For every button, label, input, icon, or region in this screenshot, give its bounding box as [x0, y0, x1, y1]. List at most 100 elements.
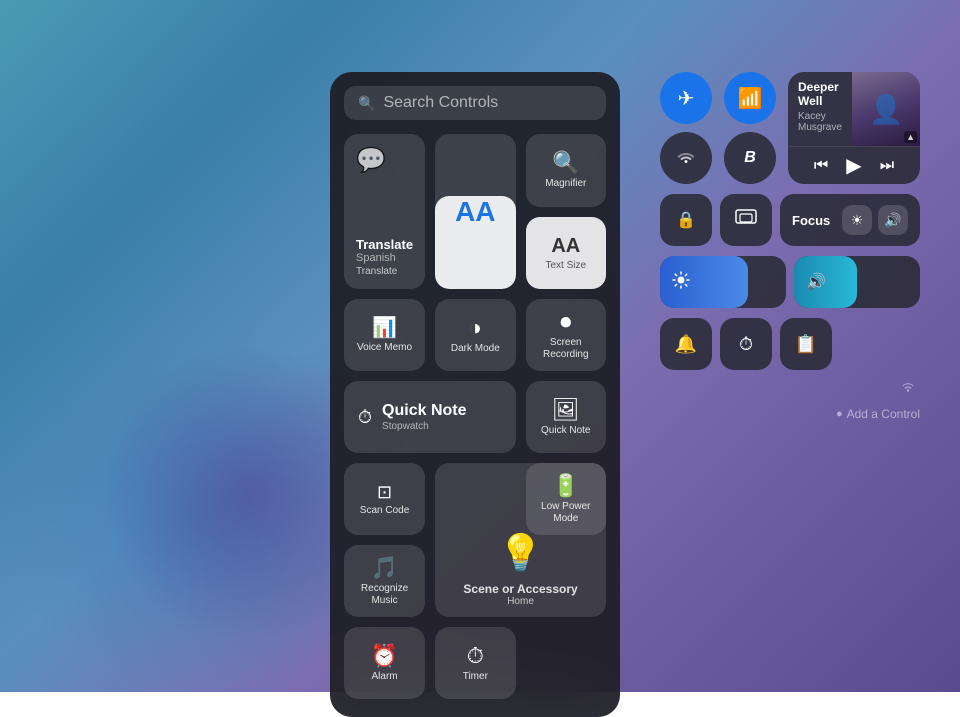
- album-art: 👤 ▲: [852, 72, 920, 146]
- next-button[interactable]: ⏭: [880, 157, 894, 175]
- magnifier-button[interactable]: 🔍 Magnifier: [526, 134, 606, 207]
- wifi-signal-icon: [900, 380, 916, 395]
- transport-controls: ⏮ ▶ ⏭: [788, 146, 920, 184]
- home-scene-button[interactable]: 💡 Scene or Accessory Home: [435, 463, 606, 617]
- media-card-inner: Deeper Well Kacey Musgrave 👤 ▲: [788, 72, 920, 146]
- quick-note-label: Quick Note: [541, 425, 590, 437]
- timer-button[interactable]: ⏱ Timer: [435, 627, 515, 699]
- timer-label: Timer: [463, 671, 488, 683]
- search-bar[interactable]: 🔍 Search Controls: [344, 86, 606, 120]
- airplane-mode-button[interactable]: ✈: [660, 72, 712, 124]
- right-panel: ✈ 📶 B Deeper W: [660, 72, 920, 421]
- dark-mode-label: Dark Mode: [451, 343, 500, 355]
- search-icon: 🔍: [358, 95, 375, 112]
- screen-recording-button[interactable]: ⏺ ScreenRecording: [526, 299, 606, 371]
- notes-button[interactable]: 📋: [780, 318, 832, 370]
- stopwatch-title: Quick Note: [382, 402, 466, 420]
- add-control-label[interactable]: Add a Control: [847, 407, 920, 421]
- translate-title: Translate: [356, 237, 413, 252]
- voice-memo-button[interactable]: 📊 Voice Memo: [344, 299, 425, 371]
- translate-icon: 💬: [356, 146, 386, 175]
- text-size-button[interactable]: AA Text Size: [526, 217, 606, 290]
- stopwatch-button[interactable]: ⏱ Quick Note Stopwatch: [344, 381, 516, 453]
- focus-button[interactable]: Focus ☀ 🔊: [780, 194, 920, 246]
- song-title: Deeper Well: [798, 80, 842, 109]
- magnifier-label: Magnifier: [545, 178, 586, 190]
- alarm-button[interactable]: ⏰ Alarm: [344, 627, 425, 699]
- airplay-icon: ▲: [904, 131, 917, 143]
- bluetooth-button[interactable]: B: [724, 132, 776, 184]
- scan-code-icon: ⊡: [377, 483, 392, 501]
- voice-memo-label: Voice Memo: [357, 342, 412, 354]
- home-scene-title: Scene or Accessory: [463, 582, 577, 596]
- lock-rotation-icon: 🔒: [676, 210, 696, 230]
- stopwatch-sublabel: Stopwatch: [382, 421, 466, 432]
- search-input-label: Search Controls: [383, 94, 498, 112]
- wifi-indicator-row: [660, 380, 920, 395]
- screen-mirror-button[interactable]: [720, 194, 772, 246]
- text-size-label: Text Size: [545, 260, 586, 272]
- album-person-icon: 👤: [869, 93, 904, 126]
- magnifier-icon: 🔍: [552, 152, 579, 174]
- screen-recording-label: ScreenRecording: [543, 337, 589, 361]
- mid-row-1: 🔒 Focus ☀ 🔊: [660, 194, 920, 246]
- focus-label: Focus: [792, 213, 842, 228]
- prev-button[interactable]: ⏮: [814, 157, 828, 175]
- volume-icon: 🔊: [794, 272, 826, 292]
- translate-button[interactable]: 💬 Translate Spanish Translate: [344, 134, 425, 289]
- bell-icon: 🔔: [675, 334, 697, 355]
- quick-note-icon: 🖼: [552, 399, 580, 421]
- notes-icon: 📋: [795, 334, 817, 355]
- wifi-button[interactable]: [660, 132, 712, 184]
- bottom-row: 🔔 ⏱ 📋: [660, 318, 920, 370]
- connectivity-grid: ✈ 📶 B: [660, 72, 780, 184]
- alarm-icon: ⏰: [371, 645, 398, 667]
- lock-rotation-button[interactable]: 🔒: [660, 194, 712, 246]
- add-control-circle-icon: ●: [836, 408, 843, 420]
- add-control-row: ● Add a Control: [660, 407, 920, 421]
- bluetooth-icon: B: [744, 149, 756, 167]
- screen-recording-icon: ⏺: [560, 311, 571, 333]
- dark-mode-icon: ◑: [469, 317, 482, 339]
- focus-sun-toggle[interactable]: ☀: [842, 205, 872, 235]
- play-button[interactable]: ▶: [846, 153, 861, 178]
- wifi-icon: [676, 148, 696, 169]
- media-card: Deeper Well Kacey Musgrave 👤 ▲ ⏮ ▶ ⏭: [788, 72, 920, 184]
- scan-code-button[interactable]: ⊡ Scan Code: [344, 463, 425, 535]
- scan-code-label: Scan Code: [360, 505, 409, 517]
- timer-icon-right: ⏱: [739, 334, 753, 355]
- controls-grid: 💬 Translate Spanish Translate ⏰ Alarm ⏱ …: [344, 134, 606, 699]
- translate-sub: Spanish: [356, 252, 413, 264]
- media-info: Deeper Well Kacey Musgrave: [788, 72, 852, 146]
- recognize-music-label: RecognizeMusic: [361, 583, 408, 607]
- song-artist: Kacey Musgrave: [798, 111, 842, 133]
- dark-mode-button[interactable]: ◑ Dark Mode: [435, 299, 515, 371]
- cellular-button[interactable]: 📶: [724, 72, 776, 124]
- focus-toggles: ☀ 🔊: [842, 205, 908, 235]
- alarm-label: Alarm: [371, 671, 397, 683]
- cellular-icon: 📶: [738, 86, 763, 111]
- sliders-row: 🔊: [660, 256, 920, 308]
- top-row: ✈ 📶 B Deeper W: [660, 72, 920, 184]
- home-bulb-icon: 💡: [498, 532, 543, 574]
- timer-button-right[interactable]: ⏱: [720, 318, 772, 370]
- volume-slider-right[interactable]: 🔊: [794, 256, 920, 308]
- recognize-music-button[interactable]: 🎵 RecognizeMusic: [344, 545, 425, 617]
- bell-button[interactable]: 🔔: [660, 318, 712, 370]
- recognize-music-icon: 🎵: [371, 557, 398, 579]
- focus-sound-toggle[interactable]: 🔊: [878, 205, 908, 235]
- home-label: Home: [507, 596, 534, 607]
- brightness-icon: [660, 271, 690, 294]
- brightness-slider[interactable]: AA: [435, 134, 515, 289]
- stopwatch-icon: ⏱: [358, 407, 372, 428]
- text-size-icon: AA: [551, 236, 580, 256]
- control-center-panel: 🔍 Search Controls 💬 Translate Spanish Tr…: [330, 72, 620, 717]
- quick-note-button[interactable]: 🖼 Quick Note: [526, 381, 606, 453]
- translate-label: Translate: [356, 266, 413, 277]
- timer-icon: ⏱: [467, 645, 484, 667]
- screen-mirror-icon: [735, 209, 757, 232]
- text-size-aa: AA: [455, 196, 495, 228]
- brightness-slider-right[interactable]: [660, 256, 786, 308]
- airplane-icon: ✈: [678, 86, 695, 111]
- voice-memo-icon: 📊: [372, 318, 397, 338]
